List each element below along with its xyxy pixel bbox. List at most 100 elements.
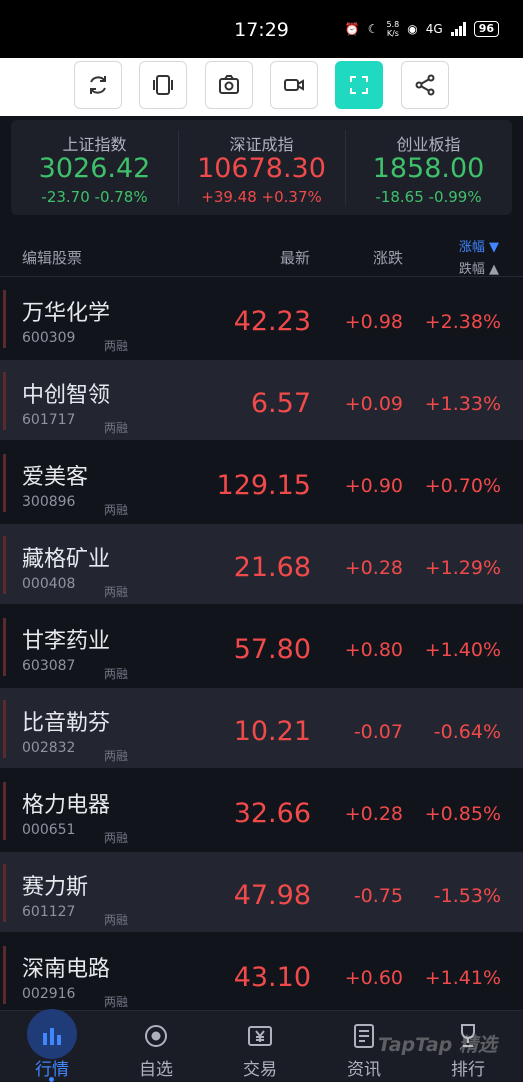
stock-row[interactable]: 藏格矿业 000408 两融 21.68 +0.28 +1.29% bbox=[0, 524, 523, 604]
margin-tag: 两融 bbox=[104, 421, 129, 435]
stock-price: 57.80 bbox=[233, 634, 311, 665]
stock-name: 甘李药业 bbox=[22, 629, 111, 654]
stock-change-percent: +1.41% bbox=[424, 967, 501, 989]
video-icon bbox=[284, 79, 304, 91]
camera-button[interactable] bbox=[205, 61, 253, 109]
moon-icon: ☾ bbox=[367, 22, 379, 36]
stock-price: 43.10 bbox=[233, 962, 311, 993]
row-indicator bbox=[3, 372, 6, 430]
stock-code: 000408 bbox=[22, 576, 76, 592]
stock-row[interactable]: 赛力斯 601127 两融 47.98 -0.75 -1.53% bbox=[0, 852, 523, 932]
stock-code: 300896 bbox=[22, 494, 76, 510]
stock-name: 深南电路 bbox=[22, 957, 111, 982]
stock-row[interactable]: 爱美客 300896 两融 129.15 +0.90 +0.70% bbox=[0, 442, 523, 522]
layers-icon bbox=[153, 75, 173, 95]
stock-row[interactable]: 中创智领 601717 两融 6.57 +0.09 +1.33% bbox=[0, 360, 523, 440]
refresh-button[interactable] bbox=[74, 61, 122, 109]
row-indicator bbox=[3, 290, 6, 348]
row-indicator bbox=[3, 536, 6, 594]
edit-stocks-button[interactable]: 编辑股票 bbox=[22, 247, 82, 268]
stock-change-percent: +1.40% bbox=[424, 639, 501, 661]
stock-price: 32.66 bbox=[233, 798, 311, 829]
stock-code: 002916 bbox=[22, 986, 76, 1002]
stock-row[interactable]: 甘李药业 603087 两融 57.80 +0.80 +1.40% bbox=[0, 606, 523, 686]
change-column-header[interactable]: 涨跌 bbox=[373, 247, 403, 268]
network-type: 4G bbox=[425, 22, 443, 36]
alarm-icon: ⏰ bbox=[344, 22, 360, 36]
sort-loss-button[interactable]: 跌幅 ▲ bbox=[459, 258, 499, 277]
screenshot-toolbar bbox=[0, 58, 523, 116]
margin-tag: 两融 bbox=[104, 831, 129, 845]
fullscreen-icon bbox=[350, 76, 368, 94]
camera-icon bbox=[219, 75, 239, 94]
stock-name: 比音勒芬 bbox=[22, 711, 111, 736]
network-speed: 5.8 K/s bbox=[386, 20, 400, 38]
stock-price: 47.98 bbox=[233, 880, 311, 911]
margin-tag: 两融 bbox=[104, 667, 129, 681]
share-button[interactable] bbox=[401, 61, 449, 109]
margin-tag: 两融 bbox=[104, 503, 129, 517]
bar-chart-icon bbox=[43, 1028, 61, 1045]
signal-icon bbox=[450, 22, 466, 36]
status-bar: 17:29 ⏰ ☾ 5.8 K/s ◉ 4G 96 bbox=[0, 0, 523, 58]
row-indicator bbox=[3, 782, 6, 840]
stock-change: +0.09 bbox=[344, 393, 403, 415]
stock-name: 藏格矿业 bbox=[22, 547, 111, 572]
stock-name: 爱美客 bbox=[22, 465, 89, 490]
share-icon bbox=[415, 74, 435, 96]
stock-name: 万华化学 bbox=[22, 301, 111, 326]
row-indicator bbox=[3, 618, 6, 676]
margin-tag: 两融 bbox=[104, 749, 129, 763]
fullscreen-button[interactable] bbox=[335, 61, 383, 109]
margin-tag: 两融 bbox=[104, 995, 129, 1009]
latest-column-header[interactable]: 最新 bbox=[280, 247, 310, 268]
stock-change-percent: +0.85% bbox=[424, 803, 501, 825]
stock-list-header: 编辑股票 最新 涨跌 涨幅 ▼ 跌幅 ▲ bbox=[0, 232, 523, 277]
stock-code: 601717 bbox=[22, 412, 76, 428]
stock-row[interactable]: 比音勒芬 002832 两融 10.21 -0.07 -0.64% bbox=[0, 688, 523, 768]
index-chinext[interactable]: 创业板指 1858.00 -18.65 -0.99% bbox=[345, 120, 512, 215]
battery-icon: 96 bbox=[473, 21, 499, 37]
document-icon bbox=[354, 1024, 374, 1048]
stock-change: +0.60 bbox=[344, 967, 403, 989]
stock-change: +0.98 bbox=[344, 311, 403, 333]
video-button[interactable] bbox=[270, 61, 318, 109]
stock-change-percent: +1.29% bbox=[424, 557, 501, 579]
stock-name: 格力电器 bbox=[22, 793, 111, 818]
stock-price: 129.15 bbox=[216, 470, 311, 501]
stock-change-percent: +0.70% bbox=[424, 475, 501, 497]
nav-watchlist[interactable]: 自选 bbox=[104, 1011, 208, 1081]
stock-price: 21.68 bbox=[233, 552, 311, 583]
stock-change: -0.75 bbox=[353, 885, 403, 907]
stock-code: 601127 bbox=[22, 904, 76, 920]
stock-change: +0.28 bbox=[344, 803, 403, 825]
wifi-icon: ◉ bbox=[407, 22, 418, 36]
target-icon bbox=[145, 1025, 167, 1047]
nav-market[interactable]: 行情 bbox=[0, 1009, 104, 1082]
yuan-icon bbox=[248, 1026, 272, 1046]
stock-change-percent: -0.64% bbox=[433, 721, 501, 743]
sort-gain-button[interactable]: 涨幅 ▼ bbox=[459, 236, 499, 255]
index-shanghai[interactable]: 上证指数 3026.42 -23.70 -0.78% bbox=[11, 120, 178, 215]
margin-tag: 两融 bbox=[104, 913, 129, 927]
stock-row[interactable]: 深南电路 002916 两融 43.10 +0.60 +1.41% bbox=[0, 934, 523, 1014]
stock-name: 赛力斯 bbox=[22, 875, 89, 900]
row-indicator bbox=[3, 946, 6, 1004]
stock-price: 10.21 bbox=[233, 716, 311, 747]
stock-code: 000651 bbox=[22, 822, 76, 838]
stock-code: 603087 bbox=[22, 658, 76, 674]
stock-price: 42.23 bbox=[233, 306, 311, 337]
nav-trade[interactable]: 交易 bbox=[208, 1011, 312, 1081]
stock-name: 中创智领 bbox=[22, 383, 111, 408]
stock-change-percent: +1.33% bbox=[424, 393, 501, 415]
stock-price: 6.57 bbox=[250, 388, 311, 419]
stock-code: 002832 bbox=[22, 740, 76, 756]
index-shenzhen[interactable]: 深证成指 10678.30 +39.48 +0.37% bbox=[178, 120, 345, 215]
layers-button[interactable] bbox=[139, 61, 187, 109]
watermark: TapTap 精选 bbox=[378, 1034, 497, 1056]
stock-change: +0.80 bbox=[344, 639, 403, 661]
stock-row[interactable]: 格力电器 000651 两融 32.66 +0.28 +0.85% bbox=[0, 770, 523, 850]
stock-row[interactable]: 万华化学 600309 两融 42.23 +0.98 +2.38% bbox=[0, 278, 523, 358]
stock-change: +0.28 bbox=[344, 557, 403, 579]
stock-code: 600309 bbox=[22, 330, 76, 346]
